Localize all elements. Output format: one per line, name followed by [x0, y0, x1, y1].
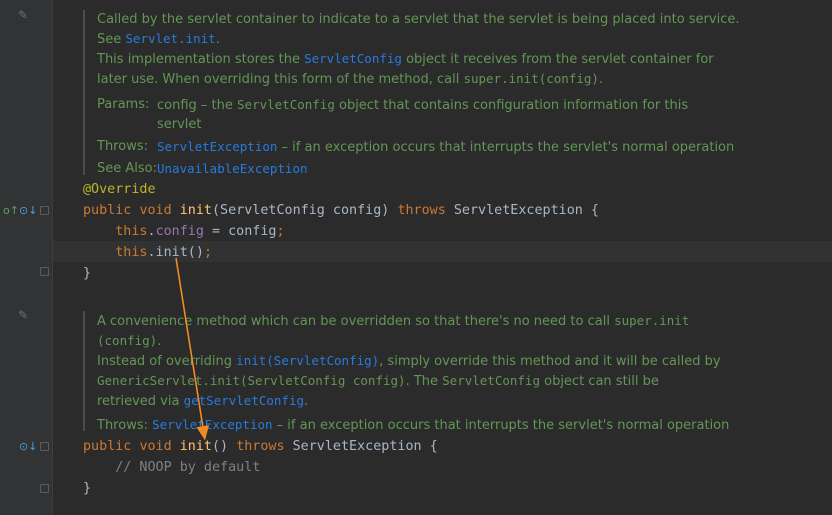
annotation-arrow [175, 257, 210, 441]
